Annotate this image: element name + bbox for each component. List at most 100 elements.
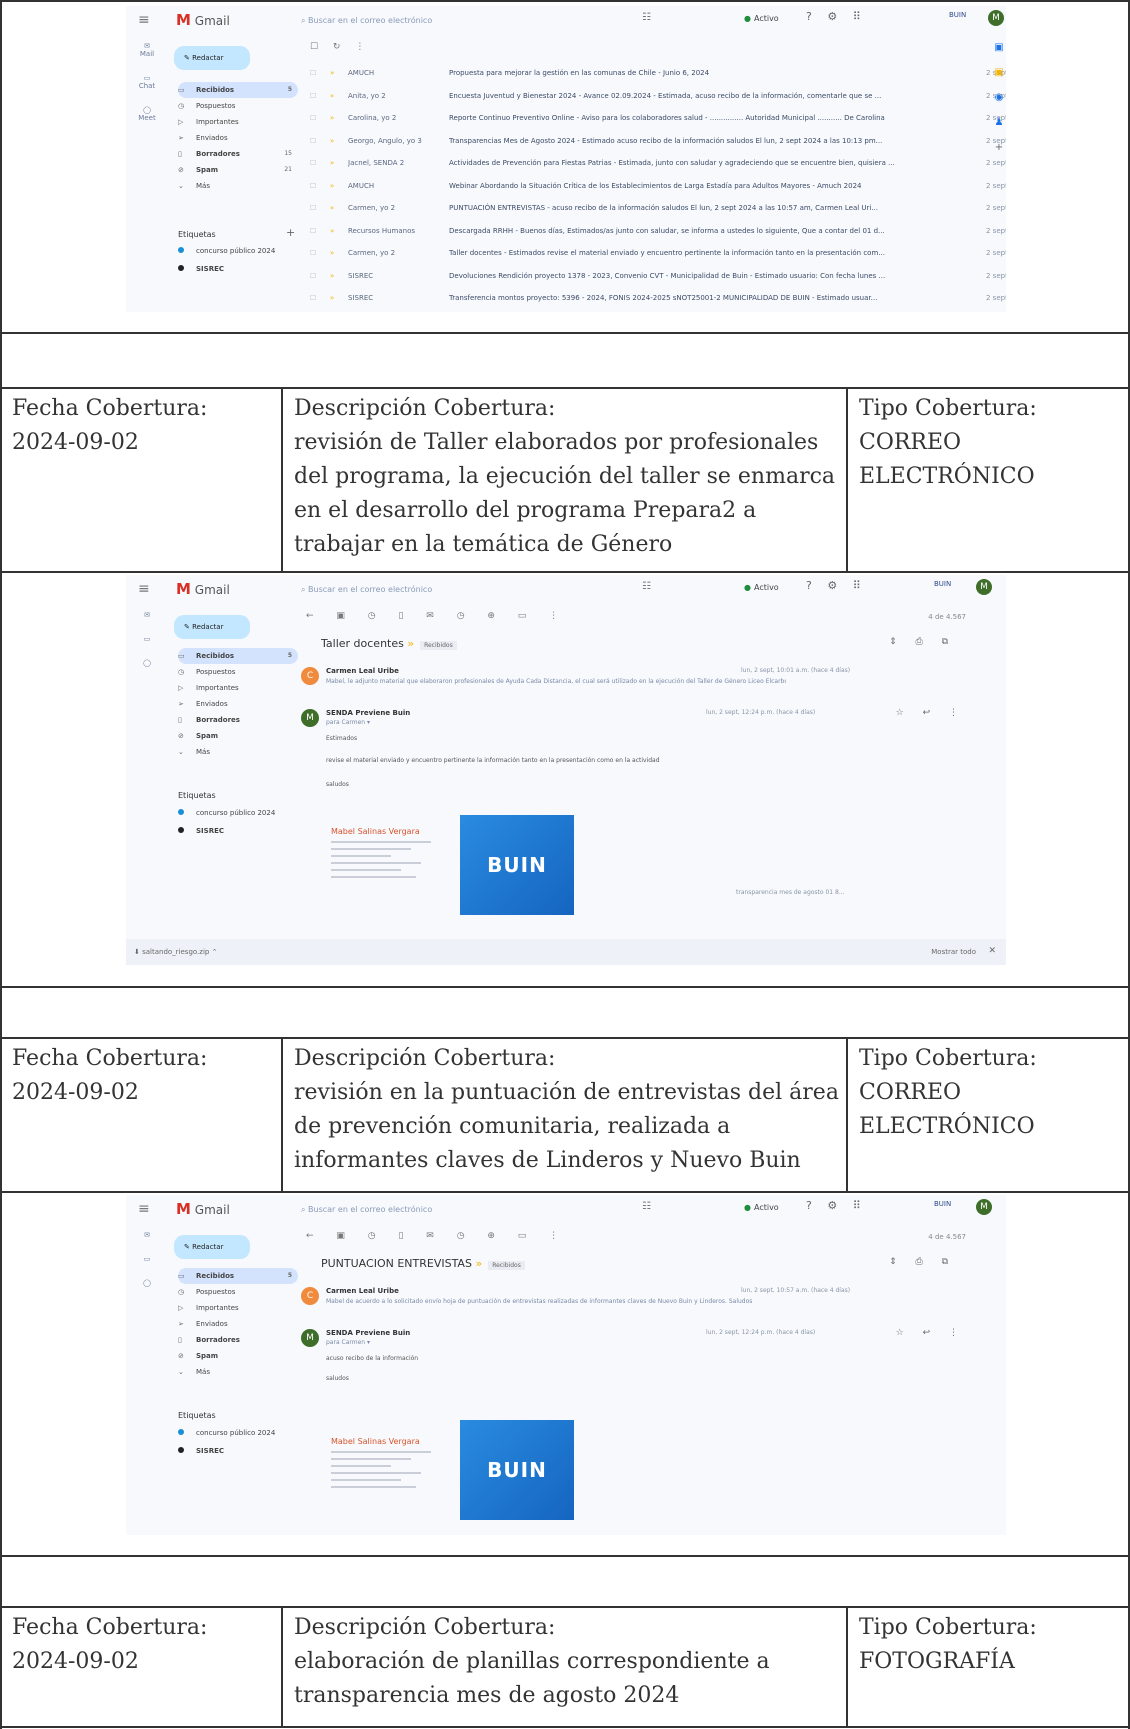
- sender-name[interactable]: Carmen Leal Uribe: [326, 667, 399, 675]
- nav-item-enviados[interactable]: ➢ Enviados: [178, 696, 298, 712]
- search-input[interactable]: ⌕ Buscar en el correo electrónico: [301, 580, 661, 600]
- sender-name[interactable]: SENDA Previene Buin: [326, 1329, 410, 1337]
- message-toolbar[interactable]: ← ▣ ◷ ▯ ✉ ◷ ⊕ ▭ ⋮: [306, 1231, 568, 1251]
- message-actions[interactable]: ☆ ↩ ⋮: [896, 1328, 966, 1338]
- nav-item-spam[interactable]: ⊘ Spam 21: [178, 162, 298, 178]
- message-toolbar[interactable]: ← ▣ ◷ ▯ ✉ ◷ ⊕ ▭ ⋮: [306, 611, 568, 631]
- nav-item-mas[interactable]: ⌄ Más: [178, 1364, 298, 1380]
- message-recipient[interactable]: para Carmen ▾: [326, 719, 426, 726]
- mail-rail-item[interactable]: ✉: [132, 1231, 162, 1239]
- meet-rail-item[interactable]: ◯: [132, 659, 162, 667]
- email-row[interactable]: ☐ » Jacnel, SENDA 2 Actividades de Prevenci…: [306, 152, 1006, 175]
- nav-item-importantes[interactable]: ▷ Importantes: [178, 1300, 298, 1316]
- email-row[interactable]: ☐ » Carmen, yo 2 Taller docentes - Estimado…: [306, 242, 1006, 265]
- nav-item-mas[interactable]: ⌄ Más: [178, 178, 298, 194]
- nav-item-recibidos[interactable]: ▭ Recibidos 5: [178, 82, 298, 98]
- thread-actions[interactable]: ⇕ ⎙ ⧉: [889, 1257, 956, 1267]
- avatar[interactable]: M: [988, 10, 1004, 26]
- compose-button[interactable]: ✎ Redactar: [174, 46, 250, 70]
- nav-item-mas[interactable]: ⌄ Más: [178, 744, 298, 760]
- label-item[interactable]: SISREC: [178, 265, 224, 273]
- thread-actions[interactable]: ⇕ ⎙ ⧉: [889, 637, 956, 647]
- inbox-label-chip[interactable]: Recibidos: [420, 641, 457, 650]
- star-icon[interactable]: »: [330, 85, 334, 108]
- menu-icon[interactable]: ≡: [138, 581, 150, 597]
- top-icons[interactable]: ? ⚙ ⠿: [806, 579, 867, 592]
- checkbox-icon[interactable]: ☐: [310, 130, 316, 153]
- close-icon[interactable]: ✕: [988, 946, 996, 956]
- message-snippet[interactable]: Mabel de acuerdo a lo solicitado envío h…: [326, 1298, 786, 1305]
- chat-rail-item[interactable]: ▭ Chat: [132, 74, 162, 90]
- label-item[interactable]: concurso público 2024: [178, 247, 275, 255]
- show-all-button[interactable]: Mostrar todo: [931, 948, 976, 956]
- calendar-icon[interactable]: ▣: [992, 42, 1006, 53]
- nav-item-pospuestos[interactable]: ◷ Pospuestos: [178, 98, 298, 114]
- avatar[interactable]: M: [976, 1199, 992, 1215]
- checkbox-icon[interactable]: ☐: [310, 107, 316, 130]
- star-icon[interactable]: »: [330, 130, 334, 153]
- search-input[interactable]: ⌕ Buscar en el correo electrónico: [301, 1200, 661, 1220]
- nav-item-enviados[interactable]: ➢ Enviados: [178, 130, 298, 146]
- nav-item-spam[interactable]: ⊘ Spam: [178, 1348, 298, 1364]
- chat-rail-item[interactable]: ▭: [132, 635, 162, 643]
- message-recipient[interactable]: para Carmen ▾: [326, 1339, 426, 1346]
- email-row[interactable]: ☐ » AMUCH Webinar Abordando la Situación Cr…: [306, 175, 1006, 198]
- star-icon[interactable]: »: [330, 175, 334, 198]
- add-label-icon[interactable]: +: [286, 226, 295, 239]
- filter-icon[interactable]: ☷: [642, 1201, 651, 1212]
- keep-icon[interactable]: ▣: [992, 67, 1006, 78]
- menu-icon[interactable]: ≡: [138, 12, 150, 28]
- tasks-icon[interactable]: ◉: [992, 92, 1006, 103]
- nav-item-pospuestos[interactable]: ◷ Pospuestos: [178, 1284, 298, 1300]
- checkbox-icon[interactable]: ☐: [310, 85, 316, 108]
- email-row[interactable]: ☐ » Anita, yo 2 Encuesta Juventud y Bienest…: [306, 85, 1006, 108]
- nav-item-recibidos[interactable]: ▭ Recibidos 5: [178, 648, 298, 664]
- compose-button[interactable]: ✎ Redactar: [174, 615, 250, 639]
- checkbox-icon[interactable]: ☐: [310, 197, 316, 220]
- meet-rail-item[interactable]: ◯: [132, 1279, 162, 1287]
- nav-item-importantes[interactable]: ▷ Importantes: [178, 680, 298, 696]
- label-item[interactable]: SISREC: [178, 827, 224, 835]
- nav-item-enviados[interactable]: ➢ Enviados: [178, 1316, 298, 1332]
- star-icon[interactable]: »: [330, 152, 334, 175]
- nav-item-spam[interactable]: ⊘ Spam: [178, 728, 298, 744]
- sender-name[interactable]: Carmen Leal Uribe: [326, 1287, 399, 1295]
- status-indicator[interactable]: Activo: [744, 14, 779, 23]
- nav-item-borradores[interactable]: ▯ Borradores 15: [178, 146, 298, 162]
- checkbox-icon[interactable]: ☐: [310, 242, 316, 265]
- nav-item-pospuestos[interactable]: ◷ Pospuestos: [178, 664, 298, 680]
- checkbox-icon[interactable]: ☐: [310, 62, 316, 85]
- star-icon[interactable]: »: [330, 220, 334, 243]
- download-file[interactable]: ⬇ saltando_riesgo.zip ⌃: [134, 948, 217, 956]
- mail-rail-item[interactable]: ✉: [132, 611, 162, 619]
- chat-rail-item[interactable]: ▭: [132, 1255, 162, 1263]
- status-indicator[interactable]: Activo: [744, 583, 779, 592]
- add-addon-icon[interactable]: +: [992, 142, 1006, 153]
- gmail-logo[interactable]: M Gmail: [176, 1200, 230, 1218]
- compose-button[interactable]: ✎ Redactar: [174, 1235, 250, 1259]
- email-row[interactable]: ☐ » Carolina, yo 2 Reporte Continuo Prevent…: [306, 107, 1006, 130]
- checkbox-icon[interactable]: ☐: [310, 220, 316, 243]
- contacts-icon[interactable]: ♟: [992, 117, 1006, 128]
- label-item[interactable]: concurso público 2024: [178, 1429, 275, 1437]
- inbox-label-chip[interactable]: Recibidos: [488, 1261, 525, 1270]
- nav-item-recibidos[interactable]: ▭ Recibidos 5: [178, 1268, 298, 1284]
- list-toolbar[interactable]: ☐ ↻ ⋮: [306, 42, 1006, 62]
- gmail-logo[interactable]: M Gmail: [176, 580, 230, 598]
- top-icons[interactable]: ? ⚙ ⠿: [806, 10, 867, 23]
- status-indicator[interactable]: Activo: [744, 1203, 779, 1212]
- filter-icon[interactable]: ☷: [642, 12, 651, 23]
- nav-item-borradores[interactable]: ▯ Borradores: [178, 1332, 298, 1348]
- avatar[interactable]: M: [976, 579, 992, 595]
- filter-icon[interactable]: ☷: [642, 581, 651, 592]
- star-icon[interactable]: »: [330, 62, 334, 85]
- message-actions[interactable]: ☆ ↩ ⋮: [896, 708, 966, 718]
- download-notice[interactable]: transparencia mes de agosto 01 8...: [736, 889, 845, 896]
- star-icon[interactable]: »: [330, 265, 334, 288]
- menu-icon[interactable]: ≡: [138, 1201, 150, 1217]
- label-item[interactable]: concurso público 2024: [178, 809, 275, 817]
- label-item[interactable]: SISREC: [178, 1447, 224, 1455]
- message-snippet[interactable]: Mabel, le adjunto material que elaboraro…: [326, 678, 786, 685]
- email-row[interactable]: ☐ » SISREC Transferencia montos proyecto: 5…: [306, 287, 1006, 310]
- top-icons[interactable]: ? ⚙ ⠿: [806, 1199, 867, 1212]
